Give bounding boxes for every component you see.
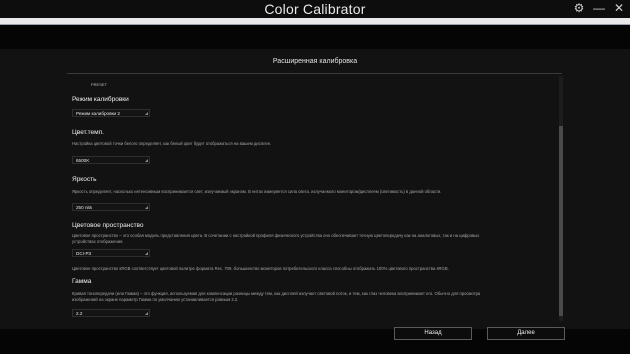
gamma-description: Кривая тонопередачи (или Гамма) – это фу… <box>72 291 481 302</box>
preset-label: PRESET <box>91 82 108 87</box>
panel-title: Расширенная калибровка <box>272 58 358 65</box>
brightness-select[interactable]: 250 nits <box>72 203 150 211</box>
settings-scroll-area[interactable]: PRESET Режим калибровки Режим калибровки… <box>67 76 557 321</box>
colorspace-select[interactable]: DCI-P3 <box>72 249 150 257</box>
colorspace-title: Цветовое пространство <box>72 222 144 229</box>
next-button[interactable]: Далее <box>487 327 565 340</box>
temp-description: Настройка цветовой точки белого определя… <box>72 141 272 146</box>
colorspace-description: Цветовое пространство – это особая модел… <box>72 233 480 244</box>
temp-value: 6500K <box>76 158 90 163</box>
mode-value: Режим калибровки 2 <box>76 111 120 116</box>
scrollbar-thumb[interactable] <box>559 126 563 316</box>
window-controls: ⚙ — ✕ <box>572 1 626 15</box>
dropdown-corner-icon <box>145 112 148 115</box>
mode-select[interactable]: Режим калибровки 2 <box>72 109 150 117</box>
brightness-title: Яркость <box>72 176 97 183</box>
colorspace-value: DCI-P3 <box>76 251 92 256</box>
brightness-value: 250 nits <box>76 205 93 210</box>
brightness-description: Яркость определяет, насколько интенсивны… <box>72 189 442 194</box>
dropdown-corner-icon <box>145 206 148 209</box>
close-icon[interactable]: ✕ <box>612 1 626 15</box>
gamma-title: Гамма <box>72 278 92 285</box>
top-strip <box>0 18 630 25</box>
dropdown-corner-icon <box>145 252 148 255</box>
app-title: Color Calibrator <box>264 1 366 17</box>
dropdown-corner-icon <box>145 159 148 162</box>
gamma-value: 2.2 <box>76 311 83 316</box>
mode-title: Режим калибровки <box>72 96 129 103</box>
gamma-select[interactable]: 2.2 <box>72 309 150 317</box>
colorspace-note: Цветовое пространство sRGB соответствует… <box>72 266 449 271</box>
back-button[interactable]: Назад <box>394 327 472 340</box>
temp-title: Цвет.темп. <box>72 129 104 136</box>
temp-select[interactable]: 6500K <box>72 156 150 164</box>
gear-icon[interactable]: ⚙ <box>572 1 586 15</box>
title-bar: Color Calibrator ⚙ — ✕ <box>0 0 630 18</box>
dropdown-corner-icon <box>145 312 148 315</box>
minimize-icon[interactable]: — <box>592 1 606 15</box>
panel-divider <box>67 73 562 74</box>
